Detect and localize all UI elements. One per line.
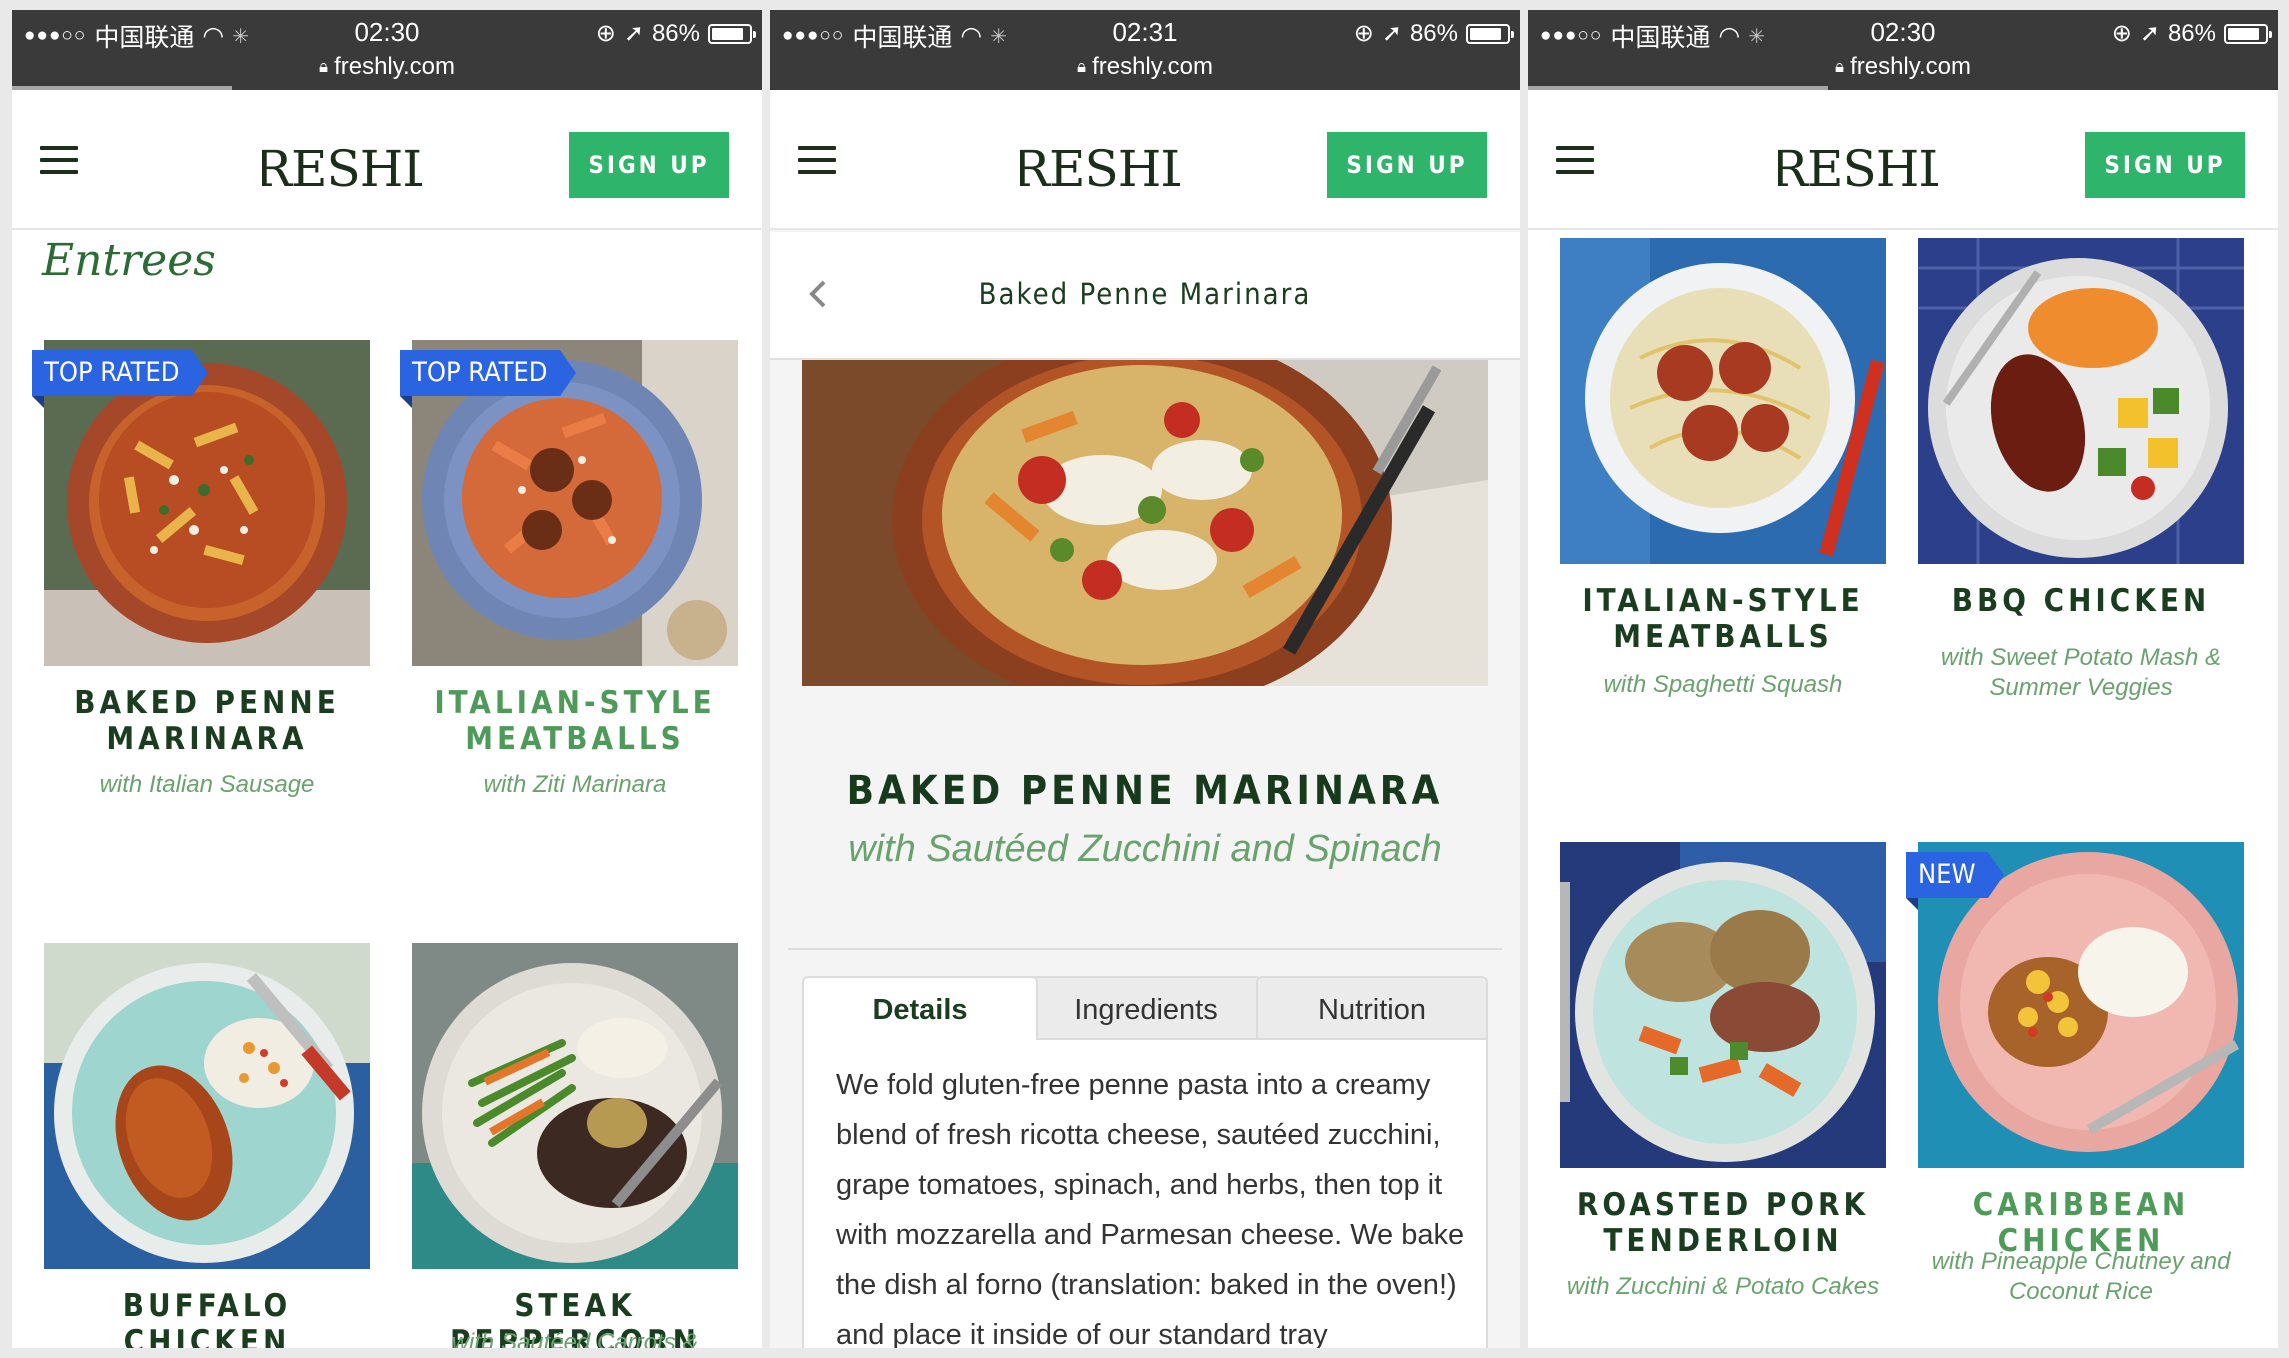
meal-card[interactable]: TOP RATED ITALIAN-STYLE MEATBALLS with Z… bbox=[400, 340, 738, 798]
top-rated-badge: TOP RATED bbox=[400, 350, 576, 408]
logo-mark: FRESHLY bbox=[979, 140, 1225, 198]
phone-screen-detail: ●●●○○中国联通◠✳ 02:31 ⊕➚86% 🔒︎freshly.com FR… bbox=[770, 10, 1520, 1348]
detail-header: Baked Penne Marinara bbox=[770, 232, 1520, 360]
site-header: FRESHLY SIGN UP bbox=[12, 90, 762, 230]
sign-up-button[interactable]: SIGN UP bbox=[569, 132, 729, 198]
hamburger-menu-icon[interactable] bbox=[40, 146, 78, 178]
detail-header-title: Baked Penne Marinara bbox=[978, 277, 1312, 311]
sign-up-button[interactable]: SIGN UP bbox=[1327, 132, 1487, 198]
meal-card[interactable]: ROASTED PORK TENDERLOIN with Zucchini & … bbox=[1560, 842, 1886, 1300]
status-right: ⊕ ➚ 86% bbox=[2111, 19, 2272, 48]
url-text: freshly.com bbox=[1850, 53, 1971, 80]
logo-mark: FRESHLY bbox=[1737, 140, 1983, 198]
meal-subtitle: with Spaghetti Squash bbox=[1603, 671, 1843, 698]
tab-content: We fold gluten-free penne pasta into a c… bbox=[802, 1038, 1488, 1348]
meal-photo bbox=[1560, 238, 1886, 564]
lock-icon: 🔒︎ bbox=[1835, 57, 1845, 76]
new-badge: NEW bbox=[1906, 852, 2004, 910]
meal-hero-photo bbox=[802, 360, 1488, 686]
orientation-lock-icon: ⊕ bbox=[2111, 20, 2132, 47]
freshly-logo[interactable]: FRESHLY bbox=[979, 118, 1225, 210]
meal-subtitle: with Italian Sausage bbox=[99, 771, 315, 798]
lock-icon: 🔒︎ bbox=[319, 57, 329, 76]
meal-subtitle: with Pineapple Chutney and Coconut Rice bbox=[1931, 1248, 2231, 1305]
hamburger-menu-icon[interactable] bbox=[1556, 146, 1594, 178]
tab-ingredients[interactable]: Ingredients bbox=[1030, 976, 1262, 1040]
meal-card[interactable]: TOP RATED BAKED PENNE MARINARA with Ital… bbox=[32, 340, 370, 798]
svg-text:FRESHLY: FRESHLY bbox=[1778, 140, 1938, 198]
detail-tabs: Details Ingredients Nutrition bbox=[802, 976, 1488, 1040]
meal-subtitle: with Ziti Marinara bbox=[483, 771, 667, 798]
svg-text:FRESHLY: FRESHLY bbox=[1020, 140, 1180, 198]
badge-label: NEW bbox=[1918, 859, 1976, 890]
meal-card[interactable]: NEW CARIBBEAN CHICKEN with Pineapple Chu… bbox=[1906, 842, 2244, 1305]
address-bar[interactable]: 🔒︎ freshly.com bbox=[12, 53, 762, 81]
meal-card[interactable]: BUFFALO CHICKEN BREAST bbox=[44, 943, 370, 1348]
status-bar: ●●●○○ 中国联通 ◠ ✳ 02:30 ⊕ ➚ 86% 🔒︎ freshly.com bbox=[12, 10, 762, 90]
site-header: FRESHLY SIGN UP bbox=[1528, 90, 2278, 230]
freshly-logo[interactable]: FRESHLY bbox=[1737, 118, 1983, 210]
meal-description: We fold gluten-free penne pasta into a c… bbox=[836, 1069, 1465, 1348]
divider bbox=[788, 948, 1502, 950]
meal-name: BUFFALO CHICKEN BREAST bbox=[122, 1288, 292, 1348]
status-bar: ●●●○○ 中国联通 ◠ ✳ 02:31 ⊕ ➚ 86% 🔒︎ freshly.com bbox=[770, 10, 1520, 90]
meal-name: ITALIAN-STYLE MEATBALLS bbox=[1582, 583, 1864, 655]
hamburger-menu-icon[interactable] bbox=[798, 146, 836, 178]
url-text: freshly.com bbox=[1092, 53, 1213, 80]
battery-percent: 86% bbox=[1409, 19, 1458, 47]
url-text: freshly.com bbox=[334, 53, 455, 80]
badge-label: TOP RATED bbox=[44, 357, 180, 388]
meal-name: ITALIAN-STYLE MEATBALLS bbox=[434, 685, 716, 757]
location-icon: ➚ bbox=[1381, 20, 1402, 47]
logo-mark: FRESHLY bbox=[221, 140, 467, 198]
meal-name: BBQ CHICKEN bbox=[1951, 583, 2211, 619]
location-icon: ➚ bbox=[2139, 20, 2160, 47]
tab-details[interactable]: Details bbox=[802, 976, 1038, 1040]
status-right: ⊕ ➚ 86% bbox=[595, 19, 756, 48]
meal-subtitle: with Sweet Potato Mash & Summer Veggies bbox=[1940, 644, 2222, 701]
battery-icon bbox=[2224, 23, 2272, 44]
location-icon: ➚ bbox=[623, 20, 644, 47]
meal-photo bbox=[412, 943, 738, 1269]
sign-up-button[interactable]: SIGN UP bbox=[2085, 132, 2245, 198]
battery-percent: 86% bbox=[2167, 19, 2216, 47]
meal-photo bbox=[1560, 842, 1886, 1168]
address-bar[interactable]: 🔒︎ freshly.com bbox=[1528, 53, 2278, 81]
lock-icon: 🔒︎ bbox=[1077, 57, 1087, 76]
meal-subtitle: with Zucchini & Potato Cakes bbox=[1566, 1273, 1880, 1300]
meal-card[interactable]: ITALIAN-STYLE MEATBALLS with Spaghetti S… bbox=[1560, 238, 1886, 698]
meal-photo bbox=[44, 943, 370, 1269]
meal-name: ROASTED PORK TENDERLOIN bbox=[1576, 1187, 1870, 1259]
svg-text:FRESHLY: FRESHLY bbox=[262, 140, 422, 198]
tab-nutrition[interactable]: Nutrition bbox=[1256, 976, 1488, 1040]
meal-subtitle: with Sautéed Carrots & bbox=[451, 1329, 699, 1348]
address-bar[interactable]: 🔒︎ freshly.com bbox=[770, 53, 1520, 81]
battery-percent: 86% bbox=[651, 19, 700, 47]
meal-card[interactable]: STEAK PEPPERCORN with Sautéed Carrots & bbox=[412, 943, 738, 1348]
phone-screen-menu: ●●●○○中国联通◠✳ 02:30 ⊕➚86% 🔒︎freshly.com FR… bbox=[12, 10, 762, 1348]
battery-icon bbox=[708, 23, 756, 44]
detail-meal-subtitle: with Sautéed Zucchini and Spinach bbox=[848, 828, 1442, 870]
site-header: FRESHLY SIGN UP bbox=[770, 90, 1520, 230]
phone-screen-menu-2: ●●●○○中国联通◠✳ 02:30 ⊕➚86% 🔒︎freshly.com FR… bbox=[1528, 10, 2278, 1348]
meal-card[interactable]: BBQ CHICKEN with Sweet Potato Mash & Sum… bbox=[1918, 238, 2244, 701]
detail-meal-name: BAKED PENNE MARINARA bbox=[846, 768, 1444, 814]
battery-icon bbox=[1466, 23, 1514, 44]
top-rated-badge: TOP RATED bbox=[32, 350, 208, 408]
freshly-logo[interactable]: FRESHLY bbox=[221, 118, 467, 210]
badge-label: TOP RATED bbox=[412, 357, 548, 388]
status-bar: ●●●○○ 中国联通 ◠ ✳ 02:30 ⊕ ➚ 86% 🔒︎ freshly.com bbox=[1528, 10, 2278, 90]
orientation-lock-icon: ⊕ bbox=[595, 20, 616, 47]
section-title: Entrees bbox=[42, 235, 216, 286]
meal-photo bbox=[1918, 238, 2244, 564]
meal-name: BAKED PENNE MARINARA bbox=[74, 685, 340, 757]
orientation-lock-icon: ⊕ bbox=[1353, 20, 1374, 47]
status-right: ⊕ ➚ 86% bbox=[1353, 19, 1514, 48]
